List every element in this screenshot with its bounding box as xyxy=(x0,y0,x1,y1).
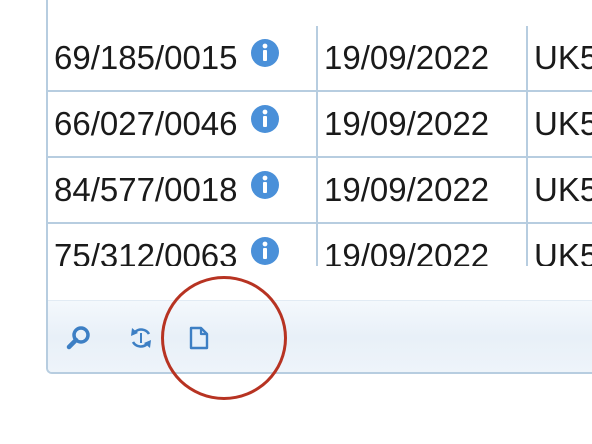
code-cell: UK5 xyxy=(534,105,592,142)
reference-value: 66/027/0046 xyxy=(54,105,238,142)
reference-value: 84/577/0018 xyxy=(54,171,238,208)
search-button[interactable] xyxy=(64,323,94,353)
info-icon[interactable] xyxy=(250,97,280,149)
document-icon xyxy=(189,326,209,350)
info-icon[interactable] xyxy=(250,229,280,266)
table-row[interactable]: 84/577/0018 19/09/2022 UK5 xyxy=(48,158,592,222)
table-row[interactable]: 69/185/0015 19/09/2022 UK5 xyxy=(48,26,592,90)
code-cell: UK5 xyxy=(534,171,592,208)
date-cell: 19/09/2022 xyxy=(318,224,528,266)
date-cell: 19/09/2022 xyxy=(318,158,528,222)
grid-toolbar xyxy=(48,300,592,372)
info-icon[interactable] xyxy=(250,31,280,83)
reference-value: 69/185/0015 xyxy=(54,39,238,76)
reference-cell: 69/185/0015 xyxy=(48,26,318,90)
info-icon[interactable] xyxy=(250,163,280,215)
search-icon xyxy=(66,326,90,350)
code-cell: UK5 xyxy=(534,237,592,266)
reference-cell: 66/027/0046 xyxy=(48,92,318,156)
reference-cell: 84/577/0018 xyxy=(48,158,318,222)
date-cell: 19/09/2022 xyxy=(318,92,528,156)
export-document-button[interactable] xyxy=(184,323,214,353)
refresh-icon xyxy=(131,328,151,348)
refresh-button[interactable] xyxy=(126,323,156,353)
reference-value: 75/312/0063 xyxy=(54,237,238,266)
table-row[interactable]: 66/027/0046 19/09/2022 UK5 xyxy=(48,92,592,156)
code-cell: UK5 xyxy=(534,39,592,76)
reference-cell: 75/312/0063 xyxy=(48,224,318,266)
data-table: 69/185/0015 19/09/2022 UK5 66/027/0046 1… xyxy=(48,0,592,266)
date-cell: 19/09/2022 xyxy=(318,26,528,90)
table-row[interactable]: 75/312/0063 19/09/2022 UK5 xyxy=(48,224,592,266)
data-grid-panel: 69/185/0015 19/09/2022 UK5 66/027/0046 1… xyxy=(46,0,592,374)
